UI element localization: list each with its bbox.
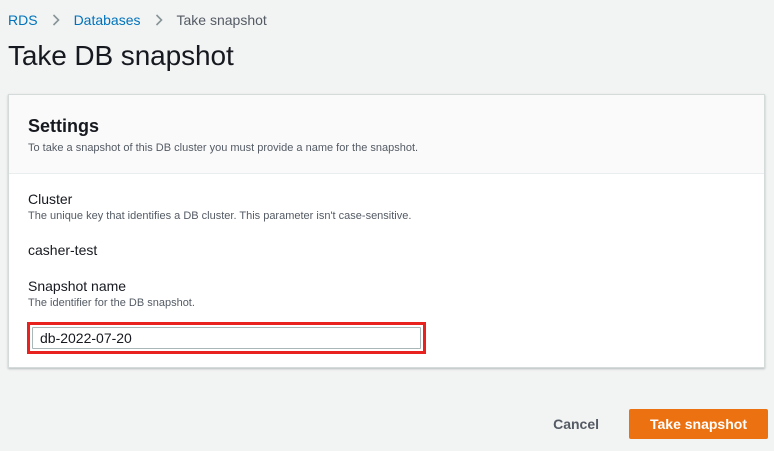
cluster-value: casher-test	[28, 242, 98, 258]
cluster-label: Cluster	[28, 191, 73, 207]
snapshot-name-input[interactable]	[32, 327, 421, 349]
cancel-button[interactable]: Cancel	[533, 409, 619, 439]
settings-title: Settings	[28, 116, 100, 136]
breadcrumb: RDS Databases Take snapshot	[8, 10, 267, 30]
snapshot-name-field: Snapshot name The identifier for the DB …	[27, 278, 745, 354]
settings-panel-body: Cluster The unique key that identifies a…	[9, 174, 764, 354]
breadcrumb-current: Take snapshot	[176, 12, 267, 28]
settings-panel: Settings To take a snapshot of this DB c…	[8, 94, 765, 368]
page-title: Take DB snapshot	[8, 40, 234, 71]
chevron-right-icon	[52, 14, 60, 26]
snapshot-name-highlight	[27, 322, 426, 354]
settings-panel-header: Settings To take a snapshot of this DB c…	[9, 95, 764, 174]
cluster-description: The unique key that identifies a DB clus…	[28, 210, 412, 222]
breadcrumb-rds-link[interactable]: RDS	[8, 12, 38, 28]
snapshot-name-label: Snapshot name	[28, 278, 127, 294]
breadcrumb-databases-link[interactable]: Databases	[74, 12, 141, 28]
form-actions: Cancel Take snapshot	[533, 409, 768, 439]
snapshot-name-description: The identifier for the DB snapshot.	[28, 297, 195, 309]
take-snapshot-button[interactable]: Take snapshot	[629, 409, 768, 439]
settings-description: To take a snapshot of this DB cluster yo…	[28, 142, 419, 154]
cluster-field: Cluster The unique key that identifies a…	[28, 191, 745, 258]
chevron-right-icon	[155, 14, 163, 26]
